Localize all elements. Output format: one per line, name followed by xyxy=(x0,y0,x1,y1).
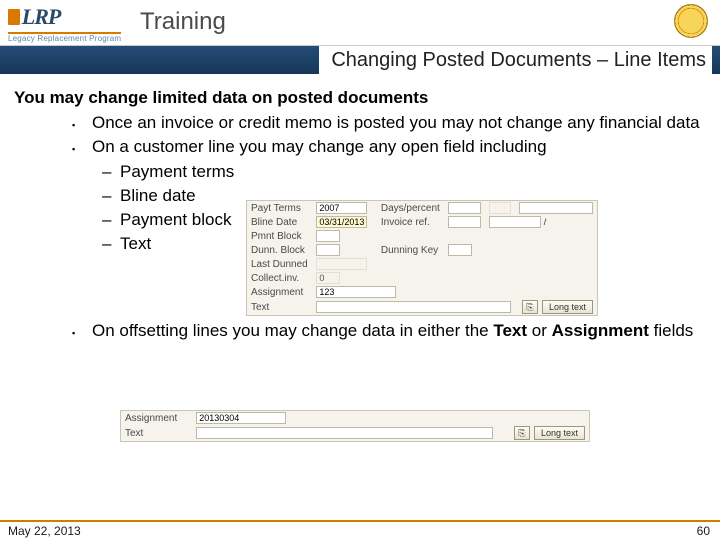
text-label: Text xyxy=(247,299,312,315)
bullet-list-2: On offsetting lines you may change data … xyxy=(92,320,710,342)
pmnt-block-input[interactable] xyxy=(316,230,340,242)
assignment-input[interactable] xyxy=(316,286,396,298)
invoice-ref-label: Invoice ref. xyxy=(371,215,445,229)
logo-accent-icon xyxy=(8,9,20,25)
logo: LRP Legacy Replacement Program xyxy=(8,4,121,43)
last-dunned-label: Last Dunned xyxy=(247,257,312,271)
long-text-icon-2[interactable]: ⎘ xyxy=(514,426,530,440)
sap-panel-offsetting-line: Assignment Text ⎘ Long text xyxy=(120,410,590,442)
last-dunned-input[interactable] xyxy=(316,258,367,270)
text-label-2: Text xyxy=(121,425,192,441)
assignment-input-2[interactable] xyxy=(196,412,286,424)
subtitle-bar: Changing Posted Documents – Line Items xyxy=(0,46,720,74)
header: LRP Legacy Replacement Program Training xyxy=(0,0,720,46)
assignment-label-2: Assignment xyxy=(121,411,192,425)
days-input-1[interactable] xyxy=(448,202,480,214)
bullet-1: Once an invoice or credit memo is posted… xyxy=(92,112,710,134)
bullet-3: On offsetting lines you may change data … xyxy=(92,320,710,342)
page-number: 60 xyxy=(697,524,710,538)
text-input-2[interactable] xyxy=(196,427,493,439)
text-input[interactable] xyxy=(316,301,511,313)
bullet-2-text: On a customer line you may change any op… xyxy=(92,137,547,156)
footer-divider xyxy=(0,520,720,522)
long-text-button-2[interactable]: Long text xyxy=(534,426,585,440)
percent-input-1[interactable] xyxy=(489,202,511,214)
collect-inv-input[interactable] xyxy=(316,272,340,284)
slide: LRP Legacy Replacement Program Training … xyxy=(0,0,720,540)
days-input-2[interactable] xyxy=(519,202,593,214)
pmnt-block-label: Pmnt Block xyxy=(247,229,312,243)
bline-date-label: Bline Date xyxy=(247,215,312,229)
sap-panel-customer-line: Payt Terms Days/percent Bline Date Invoi… xyxy=(246,200,598,316)
footer: May 22, 2013 60 xyxy=(0,520,720,540)
logo-tagline: Legacy Replacement Program xyxy=(8,34,121,43)
invoice-ref-input-2[interactable] xyxy=(489,216,541,228)
subtitle: Changing Posted Documents – Line Items xyxy=(319,46,712,74)
bline-date-input[interactable] xyxy=(316,216,367,228)
dunning-key-input[interactable] xyxy=(448,244,472,256)
payt-terms-input[interactable] xyxy=(316,202,367,214)
long-text-icon[interactable]: ⎘ xyxy=(522,300,538,314)
dunn-block-label: Dunn. Block xyxy=(247,243,312,257)
sub-bullet-1: Payment terms xyxy=(120,160,710,184)
payt-terms-label: Payt Terms xyxy=(247,201,312,215)
footer-date: May 22, 2013 xyxy=(8,524,81,538)
dunn-block-input[interactable] xyxy=(316,244,340,256)
invoice-ref-input-1[interactable] xyxy=(448,216,480,228)
collect-inv-label: Collect.inv. xyxy=(247,271,312,285)
assignment-label: Assignment xyxy=(247,285,312,299)
long-text-button[interactable]: Long text xyxy=(542,300,593,314)
seal-icon xyxy=(674,4,708,38)
days-percent-label: Days/percent xyxy=(371,201,445,215)
header-title: Training xyxy=(140,8,226,36)
dunning-key-label: Dunning Key xyxy=(371,243,445,257)
logo-brand: LRP xyxy=(22,4,61,29)
lead-text: You may change limited data on posted do… xyxy=(14,88,710,108)
